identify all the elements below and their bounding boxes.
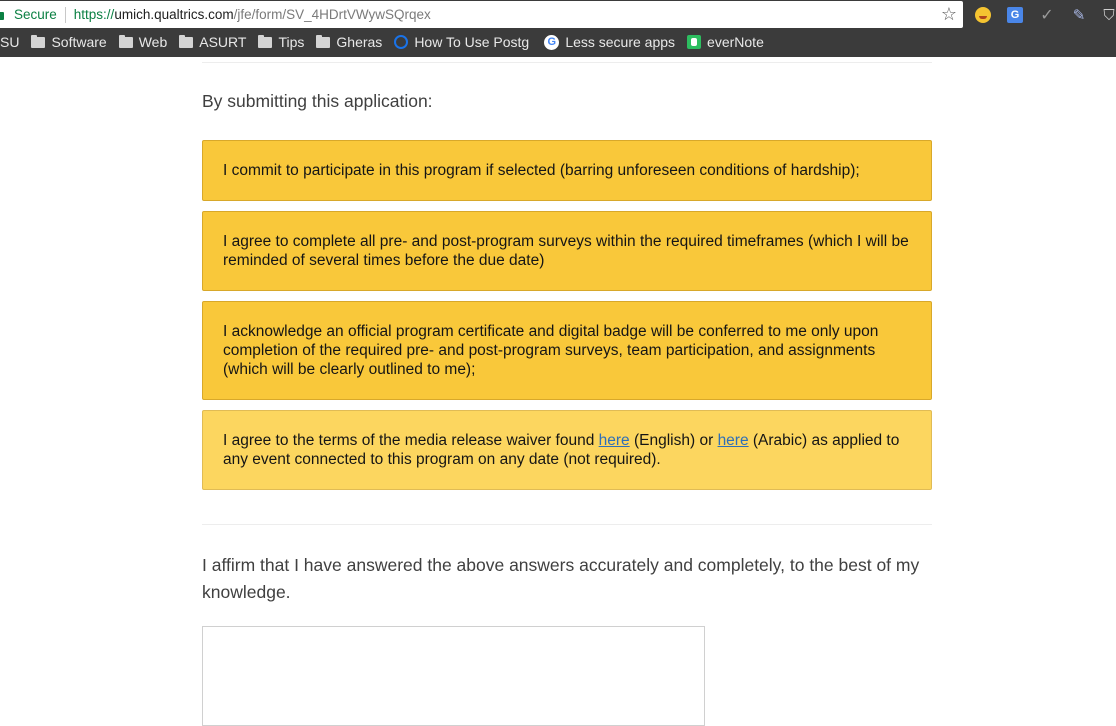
choice-surveys[interactable]: I agree to complete all pre- and post-pr… xyxy=(202,211,932,291)
choice-commit[interactable]: I commit to participate in this program … xyxy=(202,140,932,201)
google-favicon-icon: G xyxy=(544,34,560,50)
bookmark-software[interactable]: Software xyxy=(31,34,107,50)
folder-icon xyxy=(258,34,273,48)
bookmark-web[interactable]: Web xyxy=(118,34,167,50)
bookmark-tips[interactable]: Tips xyxy=(258,34,304,50)
affirm-question: I affirm that I have answered the above … xyxy=(202,555,920,602)
postgres-favicon-icon xyxy=(394,35,409,49)
bookmark-su[interactable]: SU xyxy=(0,34,19,50)
bookmark-gheras[interactable]: Gheras xyxy=(316,34,382,50)
emoji-extension-icon[interactable] xyxy=(973,5,993,25)
browser-chrome: Secure https://umich.qualtrics.com/jfe/f… xyxy=(0,0,1116,57)
evernote-favicon-icon xyxy=(687,35,702,49)
folder-icon xyxy=(179,34,194,48)
bookmark-postgres[interactable]: How To Use Postg xyxy=(394,34,532,50)
choice-label: I agree to the terms of the media releas… xyxy=(223,432,900,468)
section-divider xyxy=(202,62,932,63)
arabic-waiver-link[interactable]: here xyxy=(718,432,749,449)
bookmark-asurt[interactable]: ASURT xyxy=(179,34,246,50)
choice-label: I commit to participate in this program … xyxy=(223,162,860,179)
secure-label: Secure xyxy=(14,7,57,22)
folder-icon xyxy=(118,34,133,48)
english-waiver-link[interactable]: here xyxy=(599,432,630,449)
url-text[interactable]: https://umich.qualtrics.com/jfe/form/SV_… xyxy=(74,7,431,22)
choice-label: I acknowledge an official program certif… xyxy=(223,323,879,378)
shield-extension-icon[interactable]: ⛉ xyxy=(1099,5,1116,25)
lock-icon xyxy=(0,9,8,21)
extension-icon[interactable]: ✓ xyxy=(1037,5,1057,25)
section-divider xyxy=(202,524,932,525)
folder-icon xyxy=(316,34,331,48)
folder-icon xyxy=(31,34,46,48)
question-intro: By submitting this application: xyxy=(202,91,433,111)
bookmark-evernote[interactable]: everNote xyxy=(687,34,764,50)
star-icon[interactable]: ☆ xyxy=(939,4,959,24)
choice-certificate[interactable]: I acknowledge an official program certif… xyxy=(202,301,932,400)
pen-extension-icon[interactable]: ✎ xyxy=(1069,5,1089,25)
choice-label: I agree to complete all pre- and post-pr… xyxy=(223,233,909,269)
bookmarks-bar: SU Software Web ASURT Tips Gheras How To… xyxy=(0,30,776,54)
translate-extension-icon[interactable]: G xyxy=(1005,5,1025,25)
address-bar[interactable]: Secure https://umich.qualtrics.com/jfe/f… xyxy=(0,1,963,28)
bookmark-less-secure-apps[interactable]: G Less secure apps xyxy=(544,34,675,50)
choice-media-release[interactable]: I agree to the terms of the media releas… xyxy=(202,410,932,490)
signature-box[interactable] xyxy=(202,626,705,726)
url-separator xyxy=(64,6,66,23)
